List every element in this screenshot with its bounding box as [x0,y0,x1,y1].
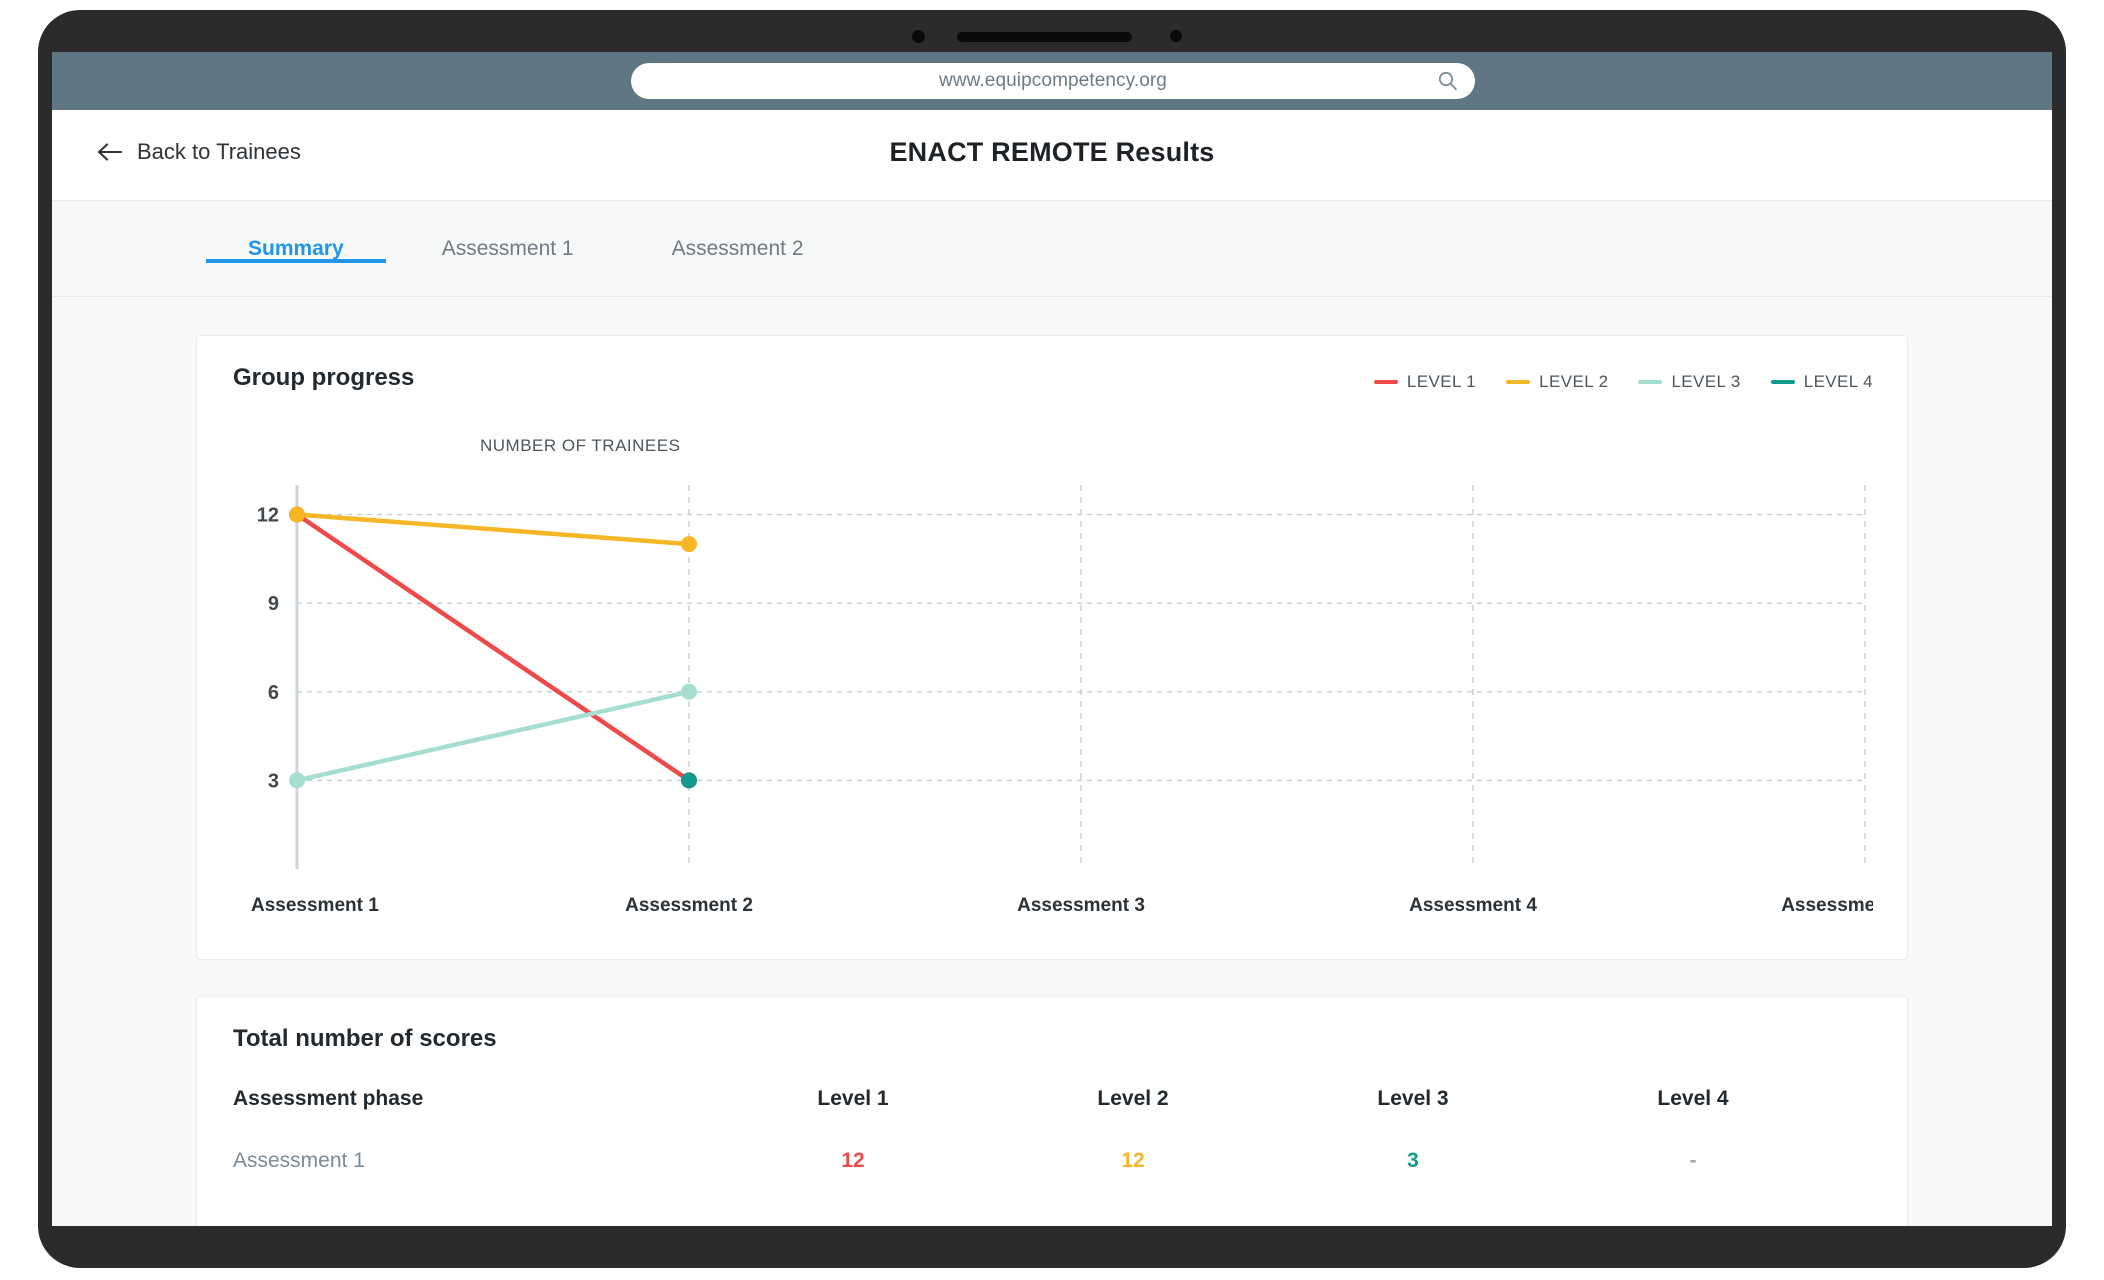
tablet-device-frame: www.equipcompetency.org Back to Trainees… [38,10,2066,1268]
y-axis-title: NUMBER OF TRAINEES [480,436,681,455]
data-point-level-4 [681,772,697,789]
data-point-level-3 [681,683,697,700]
group-progress-card: Group progress LEVEL 1 LEVEL 2 LEVEL 3 L… [196,335,1908,960]
y-axis-tick-label: 9 [268,593,279,615]
y-axis-tick-label: 6 [268,682,279,704]
legend-label-level-1: LEVEL 1 [1406,372,1477,391]
cell-level-3: 3 [1407,1149,1419,1172]
x-axis-tick-label: Assessment 3 [1017,895,1145,916]
data-point-level-2 [289,506,305,523]
legend-swatch-level-4 [1770,380,1795,384]
data-point-level-3 [289,772,305,789]
legend-item-level-4[interactable]: LEVEL 4 [1770,372,1873,392]
url-bar[interactable]: www.equipcompetency.org [631,63,1475,99]
search-icon[interactable] [1437,70,1459,92]
x-axis-tick-label: Assessment 5 [1781,895,1873,916]
column-header-phase: Assessment phase [233,1087,424,1110]
table-header-row: Assessment phase Level 1 Level 2 Level 3… [197,1087,1907,1111]
legend-label-level-2: LEVEL 2 [1539,372,1609,391]
sensor-icon [1170,30,1182,42]
column-header-level-1: Level 1 [817,1087,889,1110]
legend-swatch-level-1 [1373,380,1398,384]
total-scores-title: Total number of scores [233,1025,497,1052]
page-header: Back to Trainees ENACT REMOTE Results [52,110,2052,201]
x-axis-tick-label: Assessment 4 [1409,895,1537,916]
group-progress-title: Group progress [233,364,415,391]
legend-label-level-4: LEVEL 4 [1803,372,1873,391]
cell-phase: Assessment 1 [233,1149,365,1172]
url-text: www.equipcompetency.org [939,70,1167,91]
data-point-level-2 [681,536,697,553]
page-title: ENACT REMOTE Results [889,137,1215,167]
legend-item-level-1[interactable]: LEVEL 1 [1373,372,1477,392]
tab-assessment-2[interactable]: Assessment 2 [672,201,804,261]
tab-bar: Summary Assessment 1 Assessment 2 [52,201,2052,297]
column-header-level-3: Level 3 [1377,1087,1449,1110]
tab-summary[interactable]: Summary [206,201,386,263]
camera-icon [912,30,925,43]
line-chart: 3 6 9 12 Assessment 1 Assessment 2 Assessment … [233,471,1873,931]
device-bezel [38,10,2066,52]
cell-level-4: - [1689,1149,1697,1172]
series-line-level-3 [294,689,692,783]
x-axis-tick-label: Assessment 1 [251,895,379,916]
tablet-screen: www.equipcompetency.org Back to Trainees… [52,52,2052,1226]
legend-item-level-2[interactable]: LEVEL 2 [1506,372,1608,392]
tab-assessment-1[interactable]: Assessment 1 [442,201,574,261]
total-scores-card: Total number of scores Assessment phase … [196,996,1908,1226]
y-axis-tick-label: 3 [268,770,279,792]
x-axis-tick-label: Assessment 2 [625,895,753,916]
column-header-level-4: Level 4 [1657,1087,1729,1110]
legend-label-level-3: LEVEL 3 [1671,372,1741,391]
table-row[interactable]: Assessment 1 12 12 3 - [197,1149,1907,1173]
legend-swatch-level-2 [1506,380,1531,384]
cell-level-1: 12 [841,1149,865,1172]
chart-canvas: 3 6 9 12 Assessment 1 Assessment 2 Assessment … [251,485,1873,916]
main-content: Group progress LEVEL 1 LEVEL 2 LEVEL 3 L… [52,297,2052,1226]
series-line-level-2 [294,512,692,547]
legend-item-level-3[interactable]: LEVEL 3 [1638,372,1740,392]
y-axis-tick-label: 12 [257,505,279,527]
cell-level-2: 12 [1121,1149,1145,1172]
chart-legend: LEVEL 1 LEVEL 2 LEVEL 3 LEVEL 4 [1373,372,1873,392]
legend-swatch-level-3 [1638,380,1663,384]
column-header-level-2: Level 2 [1097,1087,1169,1110]
speaker-grille [957,32,1132,42]
browser-toolbar: www.equipcompetency.org [52,52,2052,110]
series-line-level-1 [294,512,692,783]
